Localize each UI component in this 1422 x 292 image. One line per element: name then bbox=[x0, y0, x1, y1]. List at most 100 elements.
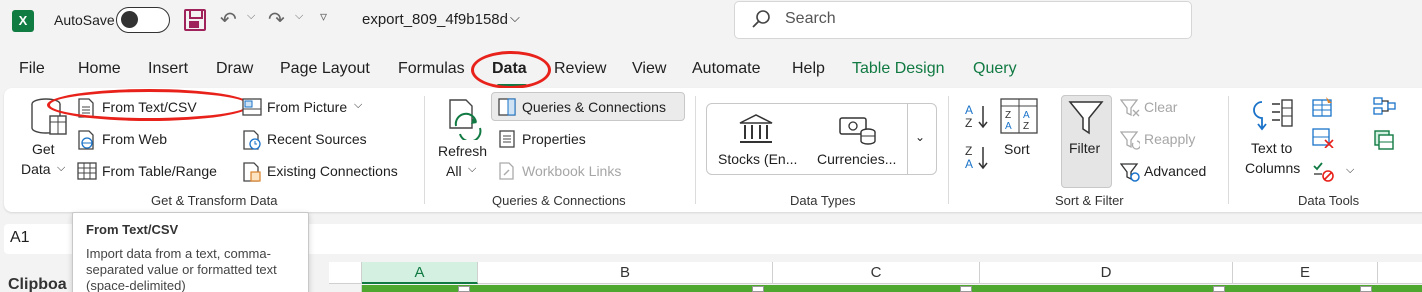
stocks-bank-icon bbox=[739, 114, 773, 143]
save-icon[interactable] bbox=[184, 9, 206, 31]
toggle-knob bbox=[121, 11, 138, 28]
web-file-icon bbox=[78, 130, 94, 150]
from-picture-button[interactable]: From Picture bbox=[267, 99, 347, 115]
filter-dropdown-icon[interactable] bbox=[752, 286, 764, 292]
tab-insert[interactable]: Insert bbox=[148, 60, 188, 78]
group-label-data-types: Data Types bbox=[790, 193, 856, 208]
column-header-b[interactable]: B bbox=[478, 262, 773, 284]
filter-dropdown-icon[interactable] bbox=[1360, 286, 1372, 292]
autosave-label: AutoSave bbox=[54, 12, 115, 28]
tab-draw[interactable]: Draw bbox=[216, 60, 253, 78]
svg-text:A: A bbox=[965, 103, 973, 117]
column-header-c[interactable]: C bbox=[773, 262, 980, 284]
svg-text:Z: Z bbox=[1023, 121, 1029, 132]
search-placeholder: Search bbox=[785, 10, 836, 27]
sort-z-a-icon[interactable]: Z A bbox=[963, 143, 991, 171]
workbook-links-icon bbox=[499, 162, 514, 180]
table-header-row[interactable] bbox=[362, 285, 1422, 292]
tab-help[interactable]: Help bbox=[792, 60, 825, 78]
consolidate-icon[interactable] bbox=[1372, 96, 1396, 116]
recent-sources-button[interactable]: Recent Sources bbox=[267, 131, 367, 147]
tooltip-title: From Text/CSV bbox=[86, 222, 179, 237]
select-all-corner[interactable] bbox=[329, 262, 362, 284]
tab-page-layout[interactable]: Page Layout bbox=[280, 60, 370, 78]
tab-home[interactable]: Home bbox=[78, 60, 121, 78]
tab-view[interactable]: View bbox=[632, 60, 666, 78]
clear-filter-icon bbox=[1120, 99, 1140, 117]
refresh-all-label-1[interactable]: Refresh bbox=[438, 143, 487, 159]
ribbon-separator bbox=[948, 96, 949, 204]
get-data-label-2[interactable]: Data bbox=[21, 161, 51, 177]
data-validation-icon[interactable] bbox=[1312, 160, 1334, 182]
tab-formulas[interactable]: Formulas bbox=[398, 60, 465, 78]
get-data-chevron-icon[interactable]: ⌵ bbox=[57, 162, 65, 175]
queries-connections-button[interactable]: Queries & Connections bbox=[522, 99, 666, 115]
tab-review[interactable]: Review bbox=[554, 60, 606, 78]
reapply-button[interactable]: Reapply bbox=[1144, 131, 1195, 147]
from-table-range-button[interactable]: From Table/Range bbox=[102, 163, 217, 179]
redo-icon[interactable]: ↷ bbox=[268, 7, 285, 32]
column-header-e[interactable]: E bbox=[1233, 262, 1378, 284]
queries-pane-icon bbox=[498, 98, 516, 116]
column-header-a[interactable]: A bbox=[362, 262, 478, 284]
filter-funnel-icon bbox=[1068, 101, 1104, 135]
refresh-all-chevron-icon[interactable]: ⌵ bbox=[468, 163, 476, 176]
excel-logo-icon: X bbox=[12, 10, 34, 32]
svg-text:Z: Z bbox=[965, 116, 972, 130]
data-tab-highlight-circle bbox=[471, 51, 551, 89]
currencies-button[interactable]: Currencies... bbox=[817, 151, 896, 167]
group-label-get-transform: Get & Transform Data bbox=[151, 193, 278, 208]
text-to-columns-label-2[interactable]: Columns bbox=[1245, 160, 1300, 176]
sort-dialog-icon: Z A A Z bbox=[1000, 98, 1038, 134]
advanced-filter-icon bbox=[1120, 163, 1140, 182]
customize-qat-icon[interactable]: ▿ bbox=[320, 8, 327, 25]
svg-text:Z: Z bbox=[965, 144, 972, 158]
tab-table-design[interactable]: Table Design bbox=[852, 60, 945, 78]
undo-icon[interactable]: ↶ bbox=[220, 7, 237, 32]
data-validation-chevron-icon[interactable]: ⌵ bbox=[1346, 164, 1354, 177]
filter-dropdown-icon[interactable] bbox=[960, 286, 972, 292]
svg-text:A: A bbox=[1023, 110, 1030, 121]
relationships-icon[interactable] bbox=[1372, 128, 1396, 150]
sort-button[interactable]: Sort bbox=[1004, 141, 1030, 157]
undo-dropdown-icon[interactable]: ⌵ bbox=[247, 10, 255, 23]
tab-automate[interactable]: Automate bbox=[692, 60, 760, 78]
group-label-queries: Queries & Connections bbox=[492, 193, 626, 208]
row-header-1[interactable] bbox=[329, 285, 362, 292]
filter-dropdown-icon[interactable] bbox=[1213, 286, 1225, 292]
stocks-button[interactable]: Stocks (En... bbox=[718, 151, 797, 167]
refresh-all-label-2[interactable]: All bbox=[446, 163, 462, 179]
from-web-button[interactable]: From Web bbox=[102, 131, 167, 147]
advanced-button[interactable]: Advanced bbox=[1144, 163, 1206, 179]
filter-button[interactable]: Filter bbox=[1069, 140, 1100, 156]
sort-a-z-icon[interactable]: A Z bbox=[963, 102, 991, 130]
ribbon-separator bbox=[424, 96, 425, 204]
flash-fill-icon[interactable] bbox=[1312, 97, 1334, 117]
remove-duplicates-icon[interactable] bbox=[1312, 128, 1334, 148]
redo-dropdown-icon[interactable]: ⌵ bbox=[295, 10, 303, 23]
filename[interactable]: export_809_4f9b158d bbox=[362, 11, 508, 28]
existing-connections-button[interactable]: Existing Connections bbox=[267, 163, 398, 179]
search-icon bbox=[752, 10, 770, 28]
table-icon bbox=[77, 162, 97, 180]
get-data-label-1[interactable]: Get bbox=[32, 141, 55, 157]
properties-button[interactable]: Properties bbox=[522, 131, 586, 147]
name-box[interactable]: A1 bbox=[10, 229, 30, 247]
column-header-d[interactable]: D bbox=[980, 262, 1233, 284]
tab-query[interactable]: Query bbox=[973, 60, 1017, 78]
tab-file[interactable]: File bbox=[19, 60, 45, 78]
clear-button[interactable]: Clear bbox=[1144, 99, 1177, 115]
currencies-icon bbox=[839, 117, 876, 145]
svg-text:Z: Z bbox=[1005, 110, 1011, 121]
text-to-columns-label-1[interactable]: Text to bbox=[1251, 140, 1292, 156]
existing-connections-icon bbox=[243, 162, 261, 182]
properties-icon bbox=[499, 130, 515, 148]
group-label-sort-filter: Sort & Filter bbox=[1055, 193, 1124, 208]
filter-dropdown-icon[interactable] bbox=[458, 286, 470, 292]
autosave-toggle[interactable] bbox=[116, 7, 170, 33]
workbook-links-button[interactable]: Workbook Links bbox=[522, 163, 621, 179]
filename-chevron-icon[interactable]: ⌵ bbox=[510, 10, 520, 26]
from-picture-chevron-icon[interactable]: ⌵ bbox=[354, 99, 362, 112]
gallery-more-icon[interactable]: ⌄ bbox=[915, 130, 925, 144]
title-bar bbox=[0, 0, 1422, 44]
